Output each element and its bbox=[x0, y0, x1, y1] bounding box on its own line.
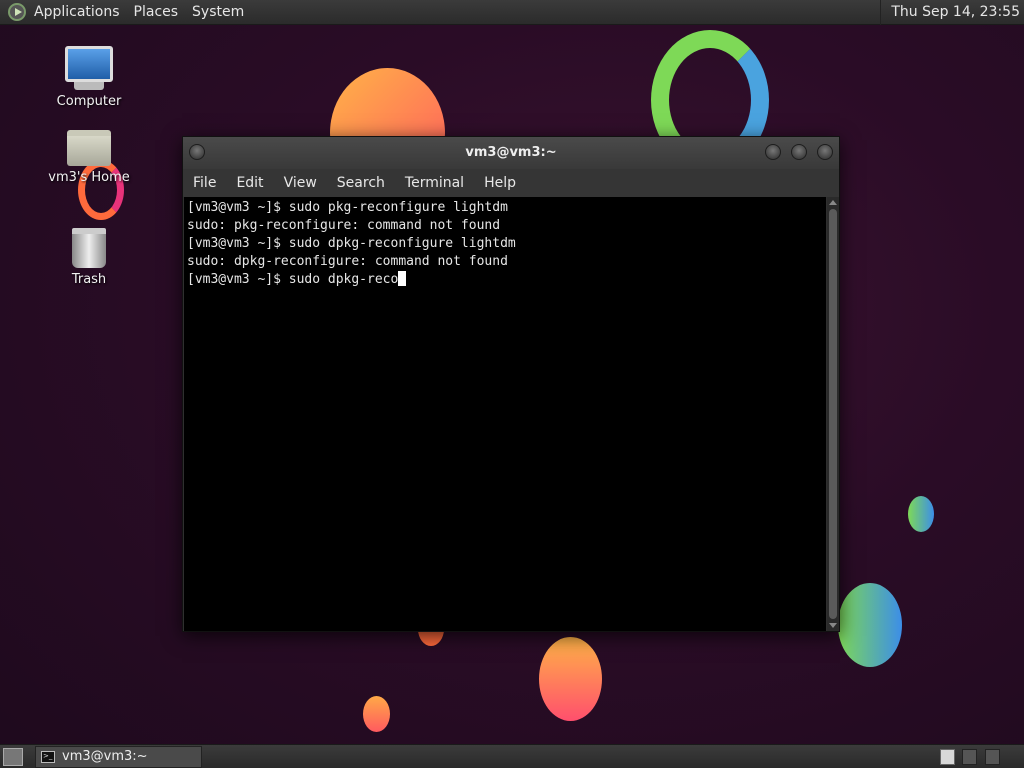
workspace-1-button[interactable] bbox=[940, 749, 955, 765]
minimize-button[interactable] bbox=[765, 144, 781, 160]
workspace-3-button[interactable] bbox=[985, 749, 1000, 765]
menu-search[interactable]: Search bbox=[337, 175, 385, 191]
menu-file[interactable]: File bbox=[193, 175, 216, 191]
computer-icon bbox=[65, 46, 113, 90]
taskbar-button-terminal[interactable]: >_ vm3@vm3:~ bbox=[35, 746, 202, 768]
window-titlebar[interactable]: vm3@vm3:~ bbox=[183, 137, 839, 169]
terminal-prompt-line: [vm3@vm3 ~]$ sudo dpkg-reco bbox=[187, 271, 826, 289]
distro-logo-icon[interactable] bbox=[8, 3, 26, 21]
window-title: vm3@vm3:~ bbox=[465, 145, 557, 160]
scroll-down-icon[interactable] bbox=[829, 623, 837, 628]
text-cursor bbox=[398, 271, 407, 286]
desktop-icon-label: Computer bbox=[56, 94, 122, 109]
maximize-button[interactable] bbox=[791, 144, 807, 160]
menu-edit[interactable]: Edit bbox=[236, 175, 263, 191]
taskbar-label: vm3@vm3:~ bbox=[62, 749, 148, 764]
terminal-line: sudo: dpkg-reconfigure: command not foun… bbox=[187, 254, 508, 269]
menu-system[interactable]: System bbox=[192, 4, 244, 20]
terminal-icon: >_ bbox=[41, 751, 55, 763]
terminal-line: [vm3@vm3 ~]$ sudo dpkg-reconfigure light… bbox=[187, 236, 516, 251]
wallpaper-green-blob-small bbox=[908, 496, 934, 532]
scroll-up-icon[interactable] bbox=[829, 200, 837, 205]
clock[interactable]: Thu Sep 14, 23:55 bbox=[880, 0, 1020, 25]
terminal-line: [vm3@vm3 ~]$ sudo pkg-reconfigure lightd… bbox=[187, 200, 508, 215]
wallpaper-tiny-blob bbox=[363, 696, 390, 732]
top-panel: Applications Places System Thu Sep 14, 2… bbox=[0, 0, 1024, 25]
menu-view[interactable]: View bbox=[284, 175, 317, 191]
desktop-icon-label: Trash bbox=[71, 272, 107, 287]
menu-terminal[interactable]: Terminal bbox=[405, 175, 464, 191]
terminal-window[interactable]: vm3@vm3:~ File Edit View Search Terminal… bbox=[182, 136, 840, 632]
menu-help[interactable]: Help bbox=[484, 175, 516, 191]
menu-applications[interactable]: Applications bbox=[34, 4, 120, 20]
workspace-2-button[interactable] bbox=[962, 749, 977, 765]
wallpaper-green-blob-large bbox=[838, 583, 902, 667]
home-folder-icon bbox=[67, 130, 111, 166]
terminal-output[interactable]: [vm3@vm3 ~]$ sudo pkg-reconfigure lightd… bbox=[184, 197, 826, 631]
window-menubar: File Edit View Search Terminal Help bbox=[183, 169, 839, 197]
terminal-input[interactable]: [vm3@vm3 ~]$ sudo dpkg-reco bbox=[187, 272, 398, 287]
wallpaper-bottom-blob bbox=[539, 637, 602, 721]
desktop-icon-trash[interactable]: Trash bbox=[44, 228, 134, 287]
menu-places[interactable]: Places bbox=[134, 4, 179, 20]
desktop-icon-computer[interactable]: Computer bbox=[44, 46, 134, 109]
trash-icon bbox=[72, 228, 106, 268]
scrollbar-thumb[interactable] bbox=[829, 209, 837, 619]
close-button[interactable] bbox=[817, 144, 833, 160]
bottom-panel: >_ vm3@vm3:~ bbox=[0, 744, 1024, 768]
window-menu-button[interactable] bbox=[189, 144, 205, 160]
show-desktop-icon[interactable] bbox=[3, 748, 23, 766]
desktop-icon-home[interactable]: vm3's Home bbox=[44, 130, 134, 185]
scrollbar[interactable] bbox=[827, 197, 839, 631]
terminal-line: sudo: pkg-reconfigure: command not found bbox=[187, 218, 501, 233]
desktop-icon-label: vm3's Home bbox=[48, 170, 130, 185]
